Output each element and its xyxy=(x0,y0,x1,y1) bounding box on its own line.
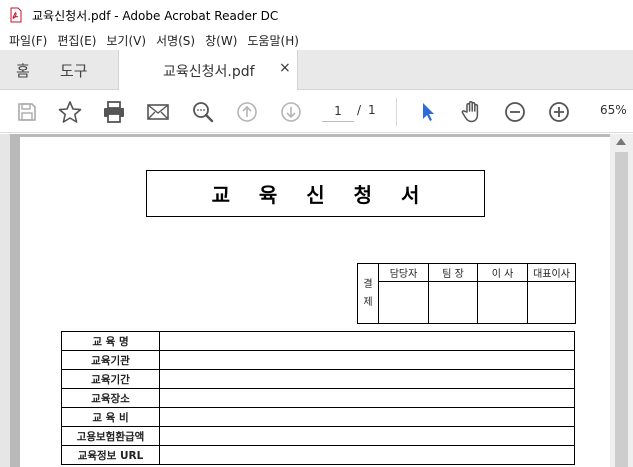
toolbar: 1 / 1 65% xyxy=(0,90,633,133)
zoom-in-icon[interactable] xyxy=(546,99,572,125)
row-label: 교육기간 xyxy=(61,369,160,389)
row-label: 고용보험환급액 xyxy=(61,426,160,446)
row-value xyxy=(159,331,575,351)
scroll-up-arrow-icon[interactable] xyxy=(616,138,626,145)
search-zoom-icon[interactable] xyxy=(190,99,216,125)
info-table: 교 육 명 교육기관 교육기간 교육장소 교 육 비 고용보험환급액 교육정보 … xyxy=(61,331,575,465)
scroll-thumb[interactable] xyxy=(615,152,628,467)
menu-sign[interactable]: 서명(S) xyxy=(151,32,200,49)
pdf-page: 교 육 신 청 서 결 제 담당자 팀 장 이 사 대표이사 교 육 명 교육기… xyxy=(20,137,610,467)
tab-close-icon[interactable]: × xyxy=(279,60,291,76)
approval-side-text: 결 제 xyxy=(363,278,373,308)
row-value xyxy=(159,445,575,465)
table-row: 교 육 명 xyxy=(61,331,575,351)
menu-view[interactable]: 보기(V) xyxy=(101,32,151,49)
zoom-out-icon[interactable] xyxy=(502,99,528,125)
table-row: 교 육 비 xyxy=(61,407,575,427)
zoom-level[interactable]: 65% xyxy=(600,103,627,117)
approval-table: 결 제 담당자 팀 장 이 사 대표이사 xyxy=(357,263,576,325)
row-label: 교 육 비 xyxy=(61,407,160,427)
tab-document[interactable]: 교육신청서.pdf × xyxy=(118,50,298,90)
mail-icon[interactable] xyxy=(145,99,171,125)
approval-header: 대표이사 xyxy=(527,263,576,282)
approval-sign-cell xyxy=(378,280,429,325)
tab-home[interactable]: 홈 xyxy=(16,60,30,81)
table-row: 교육기관 xyxy=(61,350,575,370)
row-value xyxy=(159,350,575,370)
approval-sign-cell xyxy=(527,280,576,325)
page-separator: / xyxy=(357,103,362,117)
form-title-box: 교 육 신 청 서 xyxy=(146,170,485,217)
menu-file[interactable]: 파일(F) xyxy=(4,32,52,49)
print-icon[interactable] xyxy=(101,99,127,125)
document-area: 교 육 신 청 서 결 제 담당자 팀 장 이 사 대표이사 교 육 명 교육기… xyxy=(0,134,633,467)
form-title: 교 육 신 청 서 xyxy=(211,183,431,207)
toolbar-divider xyxy=(396,98,397,126)
page-down-icon[interactable] xyxy=(278,99,304,125)
window-title: 교육신청서.pdf - Adobe Acrobat Reader DC xyxy=(32,8,279,23)
table-row: 고용보험환급액 xyxy=(61,426,575,446)
approval-side-label: 결 제 xyxy=(357,263,379,324)
table-row: 교육정보 URL xyxy=(61,445,575,465)
row-label: 교육장소 xyxy=(61,388,160,408)
approval-header: 이 사 xyxy=(477,263,528,282)
table-row: 교육기간 xyxy=(61,369,575,389)
row-value xyxy=(159,388,575,408)
save-icon[interactable] xyxy=(14,99,40,125)
row-label: 교육기관 xyxy=(61,350,160,370)
row-value xyxy=(159,426,575,446)
page-total: 1 xyxy=(368,103,376,117)
left-panel-strip[interactable] xyxy=(0,134,10,467)
menu-edit[interactable]: 편집(E) xyxy=(52,32,101,49)
row-value xyxy=(159,407,575,427)
tab-document-label: 교육신청서.pdf xyxy=(163,64,255,80)
acrobat-pdf-icon xyxy=(8,7,24,23)
hand-icon[interactable] xyxy=(458,99,484,125)
menu-window[interactable]: 창(W) xyxy=(200,32,242,49)
vertical-scrollbar[interactable] xyxy=(610,134,633,467)
page-up-icon[interactable] xyxy=(234,99,260,125)
menu-help[interactable]: 도움말(H) xyxy=(242,32,304,49)
tab-tools[interactable]: 도구 xyxy=(60,60,88,81)
title-bar: 교육신청서.pdf - Adobe Acrobat Reader DC xyxy=(0,0,633,30)
approval-header: 담당자 xyxy=(378,263,429,282)
star-icon[interactable] xyxy=(57,99,83,125)
approval-sign-cell xyxy=(477,280,528,325)
menu-bar: 파일(F) 편집(E) 보기(V) 서명(S) 창(W) 도움말(H) xyxy=(0,30,633,50)
approval-header: 팀 장 xyxy=(428,263,478,282)
table-row: 교육장소 xyxy=(61,388,575,408)
row-label: 교육정보 URL xyxy=(61,445,160,465)
tabs-bar: 홈 도구 교육신청서.pdf × xyxy=(0,50,633,90)
row-label: 교 육 명 xyxy=(61,331,160,351)
page-number-input[interactable]: 1 xyxy=(322,100,354,122)
row-value xyxy=(159,369,575,389)
select-cursor-icon[interactable] xyxy=(415,99,441,125)
approval-sign-cell xyxy=(428,280,478,325)
